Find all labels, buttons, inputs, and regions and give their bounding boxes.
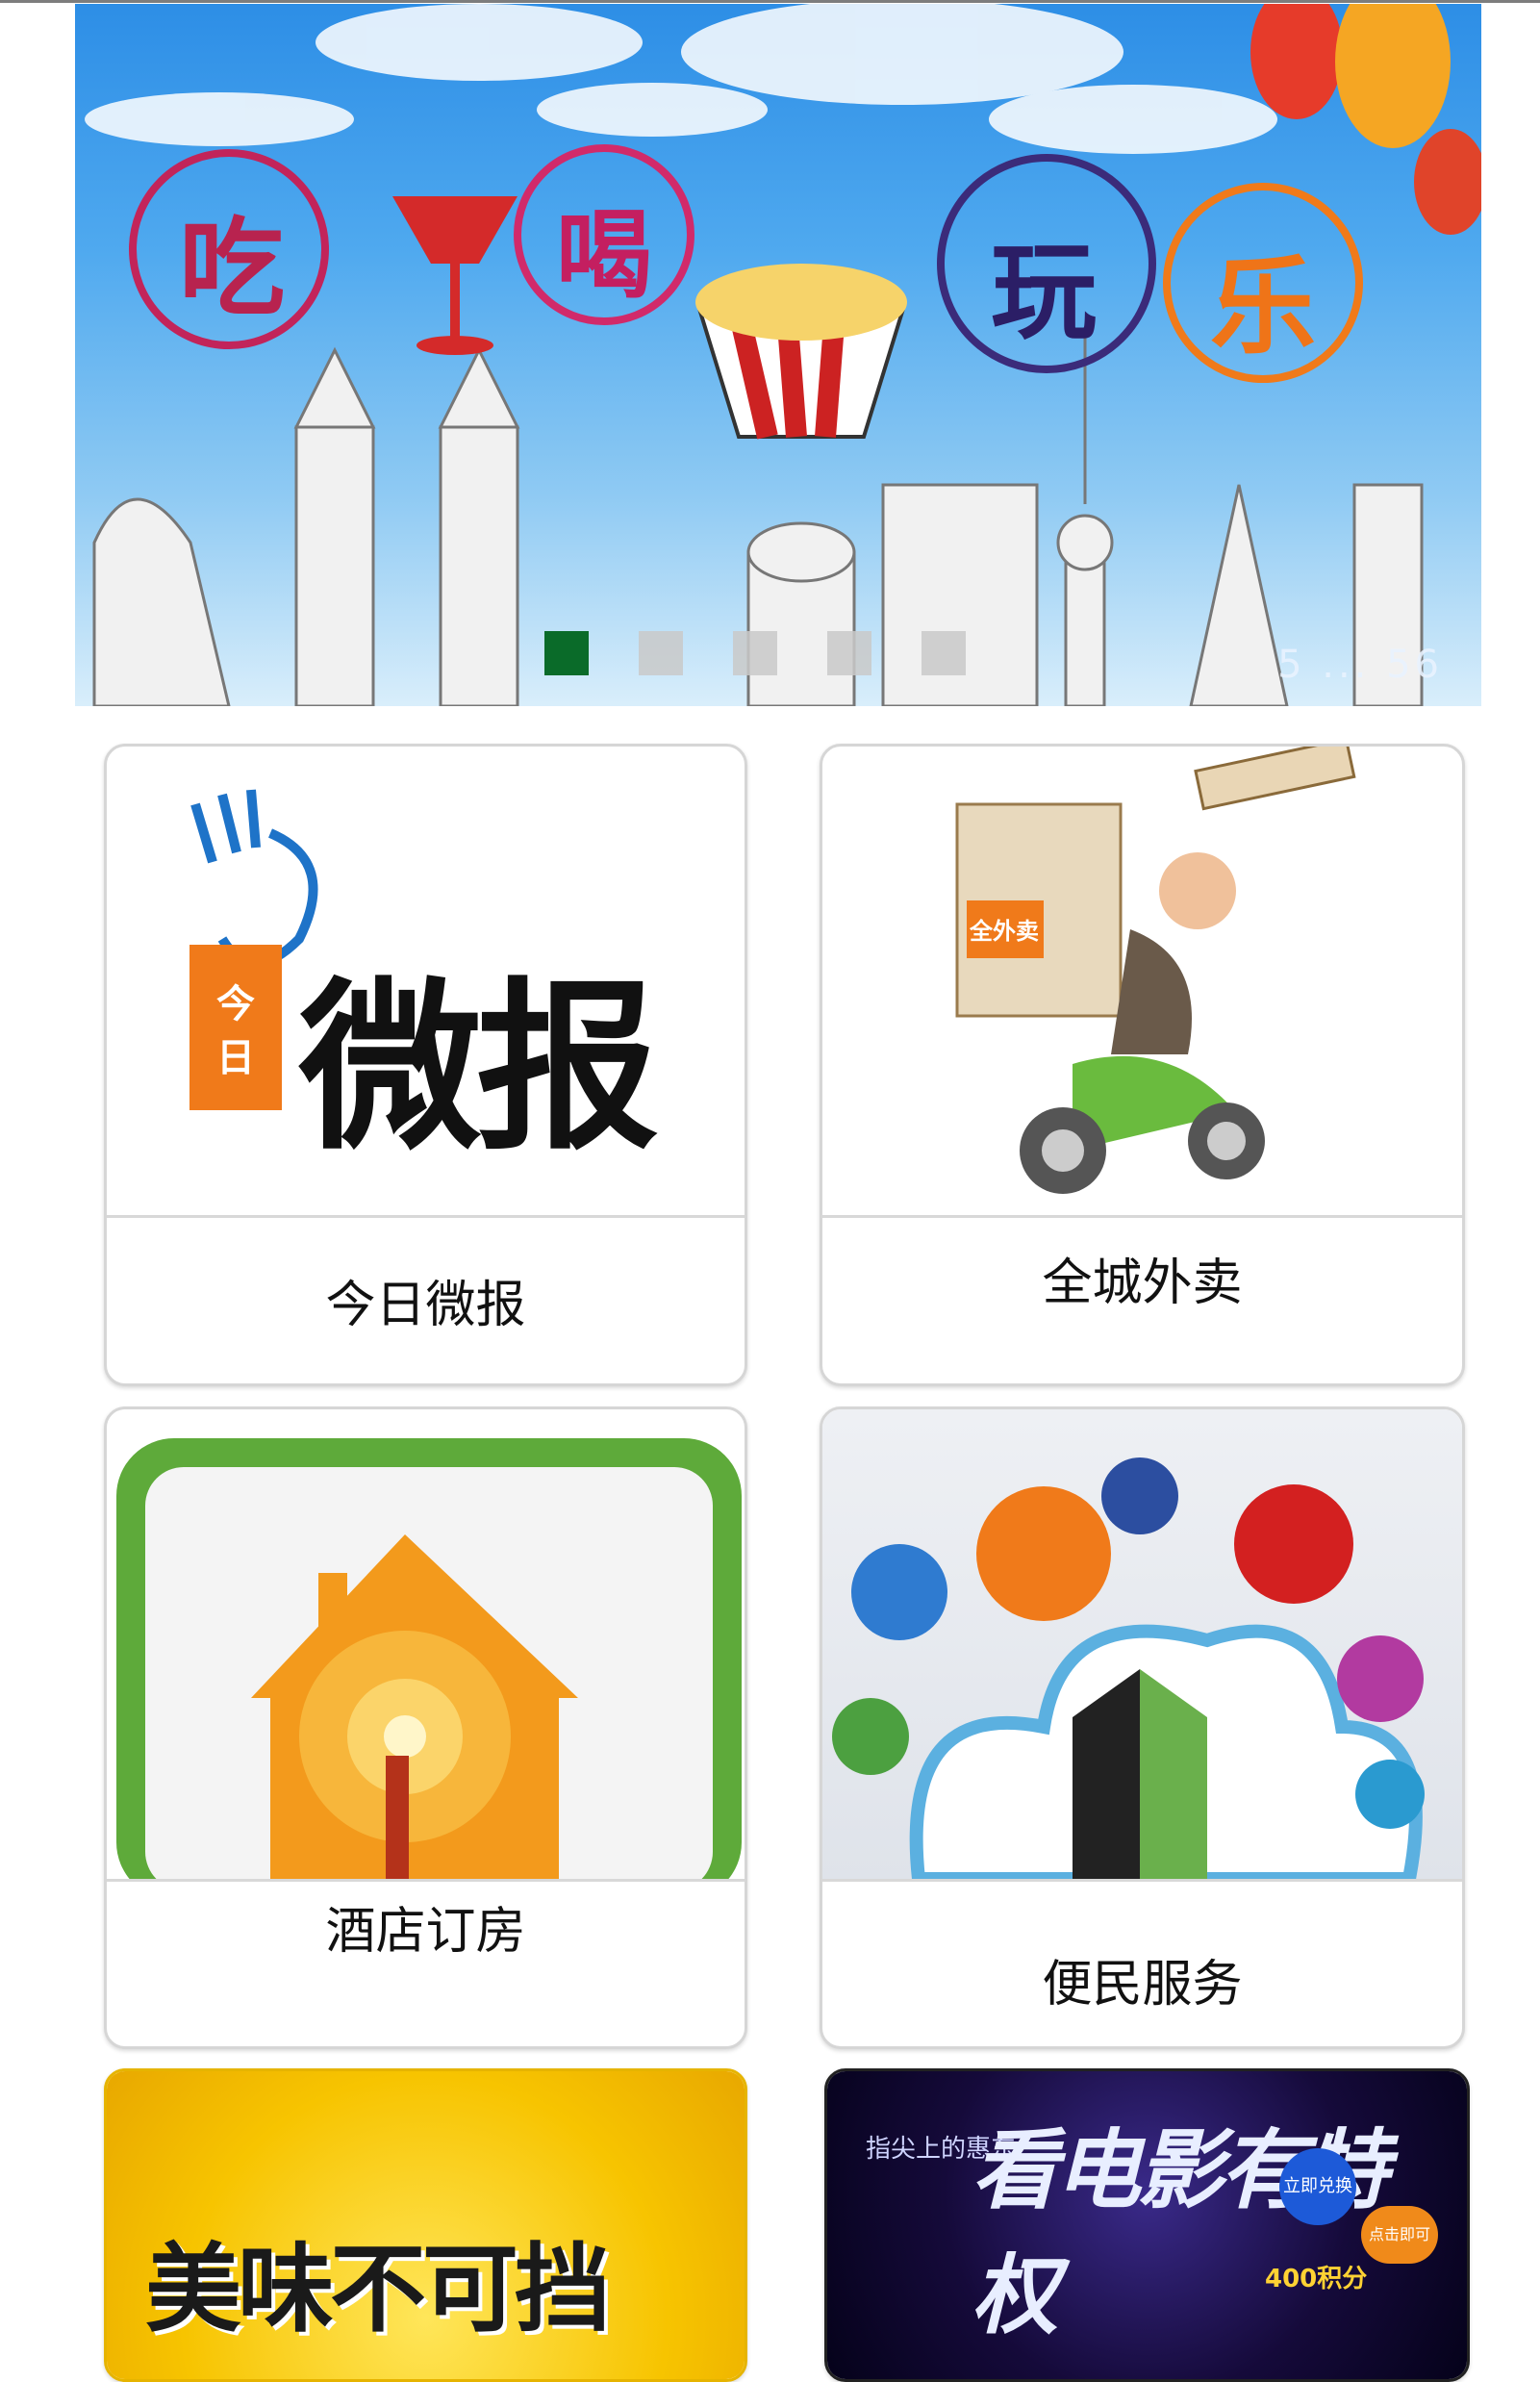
carousel-indicators (544, 631, 966, 675)
hotel-house-icon (107, 1409, 745, 1879)
tile-label-today-news: 今日微报 (325, 1277, 526, 1334)
balloon-icons (1250, 4, 1481, 235)
tile-label-city-delivery: 全城外卖 (1042, 1254, 1243, 1312)
food-promo-headline: 美味不可挡 (145, 2233, 611, 2345)
tile-divider (107, 1879, 745, 1882)
today-news-logo: 今日 微报 (107, 747, 745, 1215)
carousel-dot-4[interactable] (827, 631, 871, 675)
services-cloud-image (822, 1409, 1462, 1879)
delivery-scooter-image: 全外卖 (822, 747, 1462, 1215)
movie-badge-redeem[interactable]: 立即兑换 (1279, 2148, 1356, 2225)
tile-divider (107, 1215, 745, 1218)
headline-char-fun: 乐 (1210, 245, 1316, 368)
promo-banner-carousel[interactable]: 吃 喝 玩 乐 5 ... 56 (75, 4, 1481, 706)
headline-char-eat: 吃 (179, 207, 285, 330)
movie-badge-click[interactable]: 点击即可 (1361, 2206, 1438, 2264)
carousel-dot-3[interactable] (733, 631, 777, 675)
tile-divider (822, 1879, 1462, 1882)
tile-movie-promo[interactable]: 指尖上的惠东 看电影有特权 立即兑换 点击即可 400积分 (824, 2068, 1470, 2382)
carousel-dot-1[interactable] (544, 631, 589, 675)
banner-signature: 5 ... 56 (1277, 643, 1443, 687)
tile-city-delivery[interactable]: 全外卖 全城外卖 (820, 744, 1465, 1386)
headline-char-play: 玩 (991, 231, 1097, 354)
carousel-dot-2[interactable] (639, 631, 683, 675)
tile-food-promo[interactable]: 美味不可挡 (104, 2068, 747, 2382)
movie-points-text: 400积分 (1265, 2265, 1368, 2293)
tile-label-hotel-booking: 酒店订房 (325, 1903, 526, 1961)
weibao-logo-text: 微报 (299, 962, 659, 1175)
tile-convenience-services[interactable]: 便民服务 (820, 1406, 1465, 2049)
tile-today-news[interactable]: 今日 微报 今日微报 (104, 744, 747, 1386)
tile-label-convenience-services: 便民服务 (1042, 1956, 1243, 2014)
tile-hotel-booking[interactable]: 酒店订房 (104, 1406, 747, 2049)
today-box-text: 今日 (216, 982, 255, 1080)
tile-divider (822, 1215, 1462, 1218)
delivery-badge-text: 全外卖 (970, 918, 1039, 945)
movie-promo-banner: 指尖上的惠东 看电影有特权 立即兑换 点击即可 400积分 (827, 2071, 1467, 2379)
carousel-dot-5[interactable] (921, 631, 966, 675)
headline-char-drink: 喝 (556, 199, 652, 312)
top-status-line (0, 0, 1540, 3)
food-promo-banner: 美味不可挡 (107, 2071, 745, 2379)
